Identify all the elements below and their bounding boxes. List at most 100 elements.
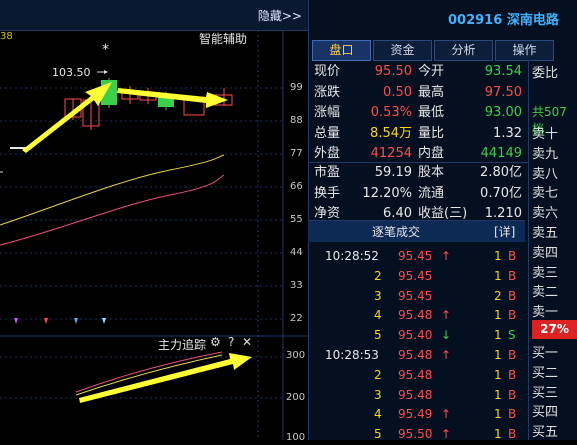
trade-side: B: [508, 308, 517, 323]
quote-label: 今开: [418, 64, 445, 79]
kline-chart[interactable]: 隐藏>> 38 智能辅助 103.50 * 99 88 77 66 55 44 …: [0, 0, 308, 443]
weibi-badge: 27%: [532, 320, 577, 339]
sell-level: 卖六: [532, 206, 559, 222]
sell-level: 卖九: [532, 146, 559, 162]
trade-volume: 1: [494, 407, 502, 422]
trade-price: 95.45: [398, 249, 433, 263]
trade-time: 5: [374, 427, 382, 442]
high-price-marker: 103.50: [52, 66, 91, 79]
chart-canvas: [0, 30, 308, 440]
trade-side: B: [508, 407, 517, 422]
buy-level: 买二: [532, 365, 559, 381]
trade-side: B: [508, 367, 517, 382]
quote-label: 总量: [314, 125, 341, 141]
tab-analysis[interactable]: 分析: [434, 40, 493, 61]
quote-label: 市盈: [314, 165, 341, 180]
trade-volume: 1: [494, 427, 502, 442]
trades-header: 逐笔成交 [详]: [308, 220, 525, 242]
trade-volume: 1: [494, 387, 502, 402]
star-marker: *: [102, 42, 109, 58]
quote-value: 0.50: [383, 84, 412, 100]
trades-detail-link[interactable]: [详]: [494, 223, 515, 240]
trade-volume: 1: [494, 268, 502, 283]
buy-level: 买一: [532, 346, 559, 361]
quote-label: 内盘: [418, 146, 445, 161]
quote-value: 2.80亿: [480, 165, 522, 180]
sell-level: 卖一: [532, 305, 559, 321]
y-tick: 55: [290, 214, 303, 225]
tab-operations[interactable]: 操作: [495, 40, 554, 61]
tab-funds[interactable]: 资金: [373, 40, 432, 61]
sub-y-tick: 300: [286, 350, 306, 361]
trade-price: 95.49: [398, 407, 433, 422]
trade-price: 95.45: [398, 268, 433, 283]
trade-time: 10:28:52: [325, 249, 379, 263]
trade-price: 95.48: [398, 348, 433, 362]
y-tick: 88: [290, 115, 303, 126]
trade-time: 2: [374, 268, 382, 283]
trade-time: 10:28:53: [325, 348, 379, 362]
sell-level: 卖五: [532, 226, 559, 241]
trade-side: B: [508, 268, 517, 283]
trade-arrow: ↑: [441, 427, 452, 442]
quote-value: 12.20%: [362, 185, 412, 201]
y-tick: 22: [290, 313, 303, 324]
trade-arrow: ↑: [441, 348, 452, 362]
divider: [528, 60, 529, 440]
trade-arrow: ↑: [441, 249, 452, 263]
tab-order-book[interactable]: 盘口: [312, 40, 371, 61]
stock-name: 深南电路: [506, 13, 559, 28]
buy-level: 买五: [532, 425, 559, 441]
buy-level: 买三: [532, 385, 559, 401]
quote-value: 59.19: [374, 165, 412, 180]
quote-value: 97.50: [484, 84, 522, 100]
quote-value: 93.54: [484, 64, 522, 79]
quote-value: 95.50: [374, 64, 412, 79]
y-tick: 66: [290, 181, 303, 192]
quote-label: 涨跌: [314, 84, 341, 100]
quote-label: 量比: [418, 125, 445, 141]
gear-icon[interactable]: ⚙: [210, 335, 221, 349]
quote-value: 0.70亿: [480, 185, 522, 201]
trade-side: B: [508, 288, 517, 303]
sell-level: 卖十: [532, 127, 559, 142]
weibi-label: 委比: [532, 66, 559, 81]
sell-level: 卖七: [532, 186, 559, 202]
trade-price: 95.45: [398, 288, 433, 303]
main-force-tracking-title: 主力追踪: [158, 338, 207, 352]
trade-volume: 1: [494, 308, 502, 323]
trade-price: 95.48: [398, 387, 433, 402]
trade-volume: 1: [494, 348, 502, 362]
quote-value: 93.00: [484, 105, 522, 120]
trade-price: 95.48: [398, 367, 433, 382]
trade-time: 3: [374, 387, 382, 402]
trade-volume: 2: [494, 288, 502, 303]
quote-label: 最高: [418, 84, 445, 100]
trade-side: B: [508, 427, 517, 442]
trade-time: 3: [374, 288, 382, 303]
y-tick: 99: [290, 82, 303, 93]
quote-label: 现价: [314, 64, 341, 79]
trade-time: 5: [374, 328, 382, 343]
quote-label: 流通: [418, 185, 445, 201]
quote-label: 最低: [418, 105, 445, 120]
quote-value: 0.53%: [370, 105, 412, 120]
trade-volume: 1: [494, 367, 502, 382]
trades-title: 逐笔成交: [372, 225, 421, 239]
trade-price: 95.48: [398, 308, 433, 323]
help-icon[interactable]: ?: [228, 335, 234, 349]
trade-side: B: [508, 249, 517, 263]
trade-time: 4: [374, 407, 382, 422]
quote-value: 44149: [480, 146, 522, 161]
trade-side: S: [508, 328, 516, 343]
annotation-arrow: [79, 353, 252, 403]
trade-volume: 1: [494, 249, 502, 263]
close-icon[interactable]: ✕: [242, 335, 252, 349]
quote-label: 外盘: [314, 146, 341, 161]
trade-arrow: ↑: [441, 407, 452, 422]
trade-arrow: ↓: [441, 328, 452, 343]
sell-level: 卖八: [532, 166, 559, 182]
trade-side: B: [508, 387, 517, 402]
sell-level: 卖三: [532, 265, 559, 281]
trade-time: 4: [374, 308, 382, 323]
